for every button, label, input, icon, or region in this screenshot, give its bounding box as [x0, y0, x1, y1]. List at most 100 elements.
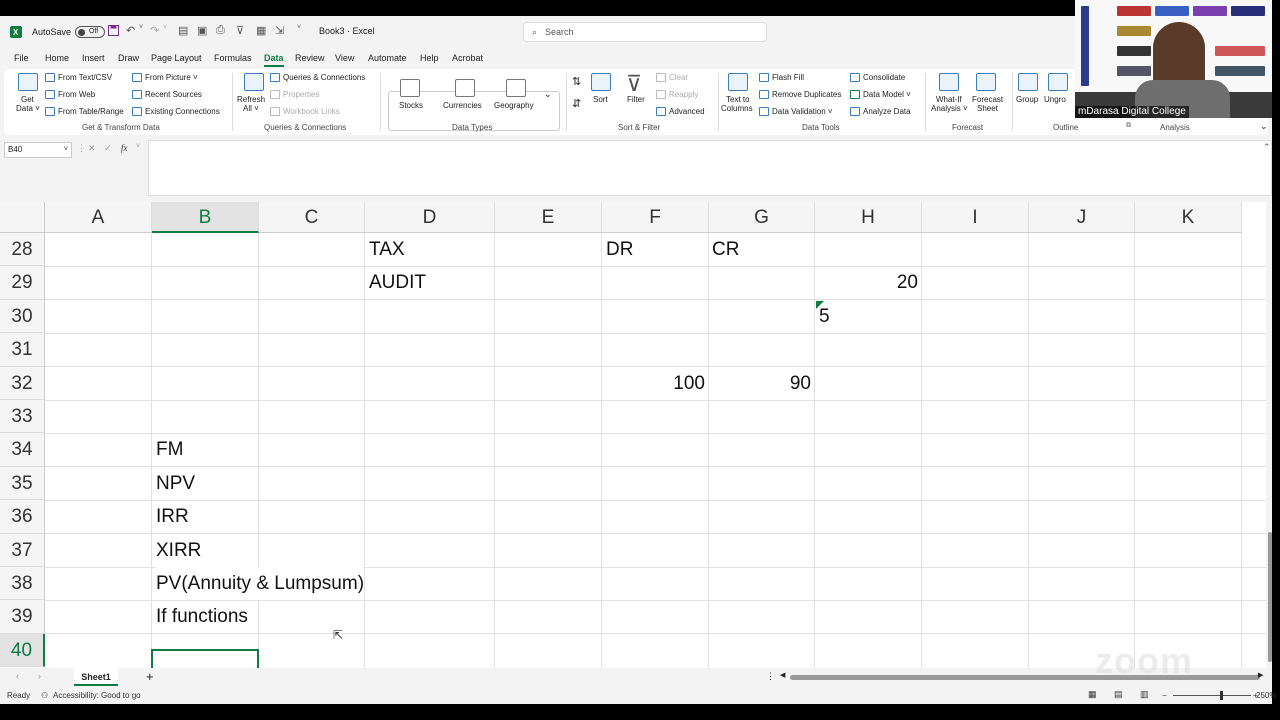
outline-settings-icon[interactable]: ⧉ — [1126, 122, 1131, 130]
cell-g32[interactable]: 90 — [709, 367, 811, 400]
cell-b38[interactable]: PV(Annuity & Lumpsum) — [156, 567, 365, 600]
export-icon[interactable]: ⇲ — [275, 24, 284, 37]
cell-b35[interactable]: NPV — [156, 467, 195, 500]
row-header-30[interactable]: 30 — [0, 299, 45, 334]
column-header-j[interactable]: J — [1029, 202, 1135, 233]
row-header-29[interactable]: 29 — [0, 266, 45, 300]
row-header-37[interactable]: 37 — [0, 533, 45, 567]
search-box[interactable]: ⌕ Search — [523, 22, 767, 42]
cell-d28[interactable]: TAX — [369, 233, 405, 266]
column-header-b[interactable]: B — [152, 202, 259, 233]
accessibility-status[interactable]: Accessibility: Good to go — [53, 691, 141, 700]
sort-ascending-icon[interactable]: ⇅ — [572, 75, 581, 88]
tab-split-icon[interactable]: ⋮ — [766, 671, 775, 682]
analyze-data-button[interactable]: Analyze Data — [850, 107, 911, 117]
customize-qa-icon[interactable]: ˅ — [297, 24, 301, 31]
cell-b36[interactable]: IRR — [156, 500, 189, 533]
column-header-g[interactable]: G — [709, 202, 815, 233]
zoom-slider[interactable] — [1173, 695, 1251, 696]
tab-help[interactable]: Help — [420, 53, 439, 63]
column-header-a[interactable]: A — [45, 202, 152, 233]
flash-fill-button[interactable]: Flash Fill — [759, 73, 804, 83]
cell-h30[interactable]: 5 — [819, 300, 830, 333]
row-header-28[interactable]: 28 — [0, 233, 45, 267]
formula-expand-icon[interactable]: ˅ — [136, 143, 140, 150]
cell-g28[interactable]: CR — [712, 233, 739, 266]
selected-cell-b40[interactable] — [151, 649, 259, 668]
form-icon[interactable]: ▤ — [178, 24, 188, 37]
column-header-f[interactable]: F — [602, 202, 709, 233]
row-header-35[interactable]: 35 — [0, 466, 45, 501]
zoom-out-icon[interactable]: − — [1162, 691, 1167, 700]
undo-dropdown-icon[interactable]: ˅ — [139, 24, 143, 31]
from-picture-button[interactable]: From Picture ˅ — [132, 73, 198, 83]
advanced-button[interactable]: Advanced — [656, 107, 705, 117]
tab-draw[interactable]: Draw — [118, 53, 139, 63]
tab-insert[interactable]: Insert — [82, 53, 105, 63]
tab-review[interactable]: Review — [295, 53, 325, 63]
table-icon[interactable]: ▦ — [256, 24, 266, 37]
row-header-40[interactable]: 40 — [0, 633, 45, 668]
select-all-corner[interactable] — [0, 202, 45, 233]
more-options-icon[interactable]: ⋮ — [77, 143, 86, 154]
row-header-39[interactable]: 39 — [0, 600, 45, 634]
tab-home[interactable]: Home — [45, 53, 69, 63]
column-header-e[interactable]: E — [495, 202, 602, 233]
autosave-toggle[interactable]: Off — [75, 26, 106, 38]
scroll-left-icon[interactable]: ◀ — [780, 671, 785, 679]
from-text-csv-button[interactable]: From Text/CSV — [45, 73, 112, 83]
column-header-h[interactable]: H — [815, 202, 922, 233]
row-header-32[interactable]: 32 — [0, 366, 45, 400]
enter-icon[interactable]: ✓ — [104, 143, 112, 154]
column-header-d[interactable]: D — [365, 202, 495, 233]
filter-qa-icon[interactable]: ⊽ — [236, 24, 244, 37]
cell-f28[interactable]: DR — [606, 233, 633, 266]
reapply-button[interactable]: Reapply — [656, 90, 698, 100]
tab-formulas[interactable]: Formulas — [214, 53, 252, 63]
worksheet-grid[interactable]: A B C D E F G H I J K 28 29 30 31 32 33 … — [0, 202, 1266, 668]
recent-sources-button[interactable]: Recent Sources — [132, 90, 202, 100]
column-header-i[interactable]: I — [922, 202, 1029, 233]
clear-button[interactable]: Clear — [656, 73, 688, 83]
column-header-c[interactable]: C — [259, 202, 365, 233]
autosave-control[interactable]: AutoSave Off — [32, 26, 106, 38]
from-table-range-button[interactable]: From Table/Range — [45, 107, 124, 117]
redo-icon[interactable]: ↷ — [150, 24, 159, 37]
vertical-scrollbar-thumb[interactable] — [1268, 532, 1272, 662]
cell-b34[interactable]: FM — [156, 433, 183, 466]
data-model-button[interactable]: Data Model ˅ — [850, 90, 911, 100]
row-header-34[interactable]: 34 — [0, 433, 45, 467]
sort-descending-icon[interactable]: ⇵ — [572, 97, 581, 110]
column-header-k[interactable]: K — [1135, 202, 1242, 233]
tab-automate[interactable]: Automate — [368, 53, 407, 63]
tab-file[interactable]: File — [14, 53, 29, 63]
properties-button[interactable]: Properties — [270, 90, 319, 100]
picture-icon[interactable]: ▣ — [197, 24, 207, 37]
data-validation-button[interactable]: Data Validation ˅ — [759, 107, 833, 117]
zoom-level-value[interactable]: 250% — [1256, 691, 1276, 700]
name-box-dropdown-icon[interactable]: ˅ — [64, 143, 68, 157]
name-box[interactable]: B40 ˅ — [4, 142, 72, 158]
row-header-36[interactable]: 36 — [0, 500, 45, 534]
insert-function-button[interactable]: fx — [121, 143, 128, 153]
scroll-right-icon[interactable]: ▶ — [1258, 671, 1263, 679]
page-layout-view-icon[interactable]: ▤ — [1114, 689, 1123, 700]
workbook-links-button[interactable]: Workbook Links — [270, 107, 340, 117]
from-web-button[interactable]: From Web — [45, 90, 95, 100]
next-sheet-icon[interactable]: › — [38, 671, 41, 681]
row-header-33[interactable]: 33 — [0, 400, 45, 434]
redo-dropdown-icon[interactable]: ˅ — [163, 24, 167, 31]
cell-h29[interactable]: 20 — [815, 266, 918, 299]
undo-icon[interactable]: ↶ — [126, 24, 135, 37]
cancel-icon[interactable]: ✕ — [88, 143, 96, 154]
row-header-31[interactable]: 31 — [0, 333, 45, 367]
collapse-ribbon-icon[interactable]: ⌄ — [1260, 121, 1268, 132]
add-sheet-icon[interactable]: + — [146, 669, 154, 684]
data-types-more-icon[interactable]: ⌄ — [544, 89, 552, 100]
prev-sheet-icon[interactable]: ‹ — [16, 671, 19, 681]
tab-data[interactable]: Data — [264, 53, 284, 67]
cell-d29[interactable]: AUDIT — [369, 266, 426, 299]
existing-connections-button[interactable]: Existing Connections — [132, 107, 220, 117]
consolidate-button[interactable]: Consolidate — [850, 73, 905, 83]
formula-input[interactable] — [148, 140, 1272, 196]
